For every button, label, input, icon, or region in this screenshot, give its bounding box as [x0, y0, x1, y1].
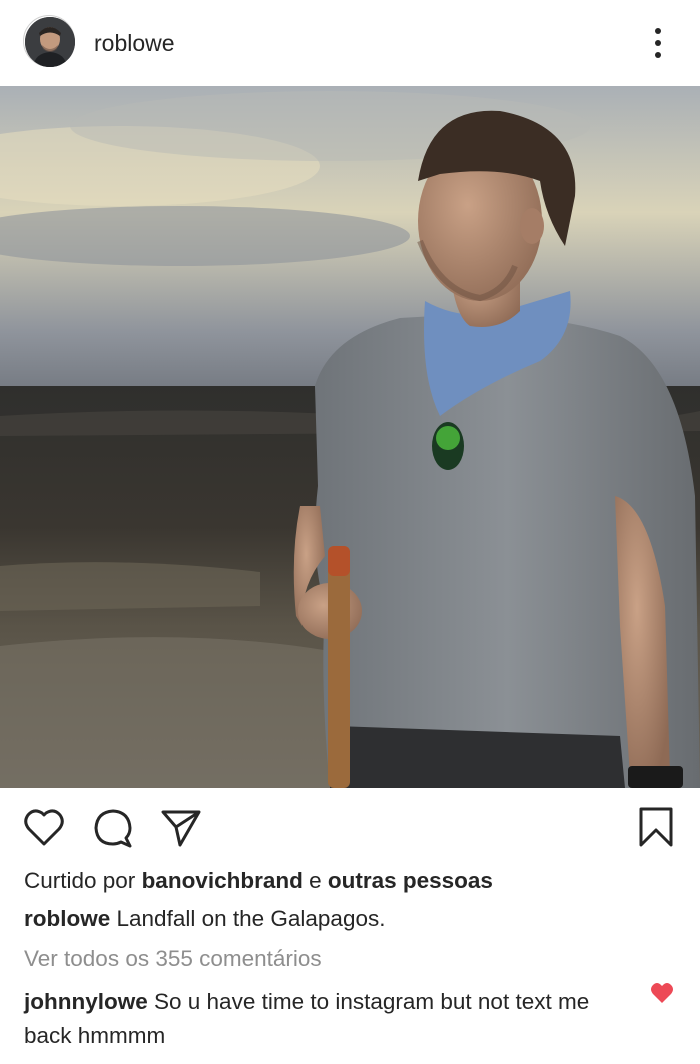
paper-plane-icon[interactable] [160, 808, 202, 848]
post-caption: roblowe Landfall on the Galapagos. [24, 906, 385, 932]
post-username[interactable]: roblowe [94, 30, 175, 57]
caption-text: Landfall on the Galapagos. [110, 906, 386, 931]
liked-by-user[interactable]: banovichbrand [142, 868, 303, 893]
caption-username[interactable]: roblowe [24, 906, 110, 931]
heart-outline-icon[interactable] [23, 808, 65, 848]
likes-joiner: e [302, 868, 328, 893]
likes-line: Curtido por banovichbrand e outras pesso… [24, 868, 493, 894]
comment-bubble-icon[interactable] [93, 808, 133, 848]
likes-others-link[interactable]: outras pessoas [328, 868, 493, 893]
post-photo[interactable] [0, 86, 700, 788]
avatar[interactable] [25, 17, 75, 67]
bookmark-icon[interactable] [637, 806, 675, 848]
comment-username[interactable]: johnnylowe [24, 989, 148, 1014]
post-header: roblowe [0, 0, 700, 86]
comment-item: johnnylowe So u have time to instagram b… [24, 985, 634, 1053]
vertical-dots-icon[interactable] [648, 24, 668, 62]
action-bar [0, 806, 700, 850]
photo-illustration [0, 86, 700, 788]
likes-prefix: Curtido por [24, 868, 142, 893]
comment-heart-filled-icon[interactable] [650, 982, 674, 1004]
profile-avatar-icon [25, 17, 75, 67]
view-all-comments-link[interactable]: Ver todos os 355 comentários [24, 946, 322, 972]
